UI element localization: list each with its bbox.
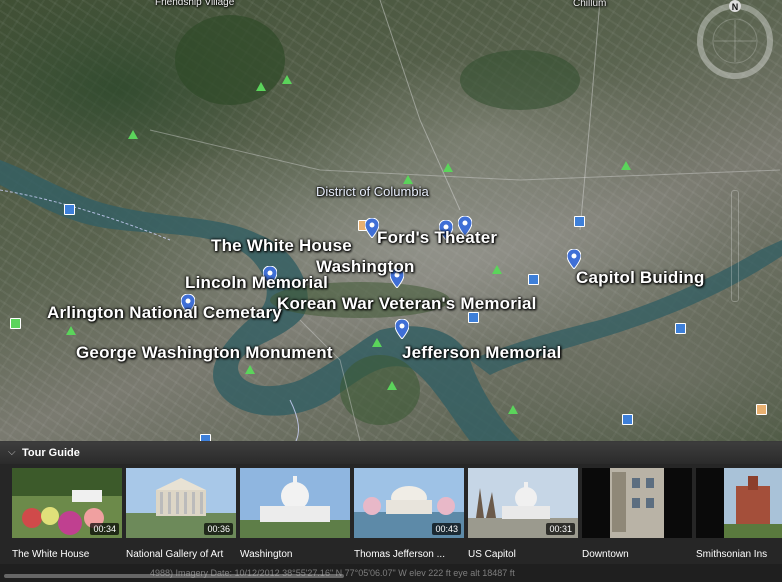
tour-duration: 00:34 xyxy=(90,523,119,535)
east-potomac-park xyxy=(340,355,420,425)
park-tree-icon[interactable] xyxy=(621,158,631,170)
poi-marker-icon[interactable] xyxy=(574,216,585,227)
compass-control[interactable]: N xyxy=(694,0,776,82)
tour-duration: 00:36 xyxy=(204,523,233,535)
tour-item-label: Downtown xyxy=(582,549,629,560)
poi-marker-icon[interactable] xyxy=(200,434,211,441)
tour-thumbnail[interactable]: 00:34 xyxy=(12,468,122,538)
tour-thumbnail[interactable]: 00:36 xyxy=(126,468,236,538)
place-label-district: District of Columbia xyxy=(316,184,429,199)
poi-marker-icon[interactable] xyxy=(528,274,539,285)
placemark-pin-icon[interactable] xyxy=(566,248,582,270)
zoom-slider[interactable] xyxy=(731,190,739,302)
compass-north-letter: N xyxy=(732,2,739,12)
tour-item-label: Washington xyxy=(240,549,293,560)
poi-marker-icon[interactable] xyxy=(756,404,767,415)
placemark-pin-icon[interactable] xyxy=(394,318,410,340)
poi-marker-icon[interactable] xyxy=(675,323,686,334)
place-label-capitol[interactable]: Capitol Buiding xyxy=(576,268,705,288)
tour-thumbnail[interactable] xyxy=(696,468,782,538)
place-label-lincoln[interactable]: Lincoln Memorial xyxy=(185,273,328,293)
road xyxy=(149,129,781,181)
tour-thumbnail[interactable] xyxy=(240,468,350,538)
tour-duration: 00:31 xyxy=(546,523,575,535)
place-label-white-house[interactable]: The White House xyxy=(211,236,352,256)
tour-item-label: National Gallery of Art xyxy=(126,549,224,560)
park-tree-icon[interactable] xyxy=(403,172,413,184)
terrain-layer xyxy=(0,0,782,441)
place-label-washington: Washington xyxy=(316,257,415,276)
park-tree-icon[interactable] xyxy=(443,160,453,172)
tour-item-label: US Capitol xyxy=(468,549,516,560)
park-tree-icon[interactable] xyxy=(256,79,266,91)
poi-marker-icon[interactable] xyxy=(10,318,21,329)
place-label-chillum: Chillum xyxy=(573,0,607,9)
tour-item-label: Thomas Jefferson ... xyxy=(354,549,445,560)
tour-thumbnail[interactable]: 00:43 xyxy=(354,468,464,538)
park-tree-icon[interactable] xyxy=(492,262,502,274)
park-area xyxy=(460,50,580,110)
park-tree-icon[interactable] xyxy=(128,127,138,139)
tour-guide-header[interactable]: ⌵ Tour Guide xyxy=(0,442,782,464)
rock-creek-park xyxy=(175,15,285,105)
park-tree-icon[interactable] xyxy=(387,378,397,390)
place-label-fords-theater[interactable]: Ford's Theater xyxy=(377,228,497,248)
status-text: 4988) Imagery Date: 10/12/2012 38°55'27.… xyxy=(150,568,515,578)
poi-marker-icon[interactable] xyxy=(64,204,75,215)
park-tree-icon[interactable] xyxy=(372,335,382,347)
park-tree-icon[interactable] xyxy=(508,402,518,414)
park-tree-icon[interactable] xyxy=(282,72,292,84)
road xyxy=(579,0,601,231)
tour-thumbnail-strip: 00:34 The White House 00:36 National Gal… xyxy=(0,468,782,560)
tour-guide-panel: ⌵ Tour Guide 00:34 The White House 00:36… xyxy=(0,441,782,582)
tour-item-label: The White House xyxy=(12,549,90,560)
status-bar: 4988) Imagery Date: 10/12/2012 38°55'27.… xyxy=(0,564,782,582)
tour-thumbnail[interactable]: 00:31 xyxy=(468,468,578,538)
tour-duration: 00:43 xyxy=(432,523,461,535)
park-tree-icon[interactable] xyxy=(245,362,255,374)
place-label-arlington[interactable]: Arlington National Cemetary xyxy=(47,303,282,323)
map-view[interactable]: Friendship Village Chillum District of C… xyxy=(0,0,782,441)
tour-item-label: Smithsonian Ins xyxy=(696,549,768,560)
place-label-korean[interactable]: Korean War Veteran's Memorial xyxy=(277,294,537,314)
road xyxy=(379,0,461,211)
poi-marker-icon[interactable] xyxy=(622,414,633,425)
park-tree-icon[interactable] xyxy=(66,323,76,335)
place-label-friendship-village: Friendship Village xyxy=(155,0,235,8)
place-label-george[interactable]: George Washington Monument xyxy=(76,343,333,363)
chevron-collapse-icon[interactable]: ⌵ xyxy=(8,447,18,459)
tour-guide-title: Tour Guide xyxy=(22,447,80,459)
tour-thumbnail[interactable] xyxy=(582,468,692,538)
place-label-jefferson[interactable]: Jefferson Memorial xyxy=(402,343,561,363)
